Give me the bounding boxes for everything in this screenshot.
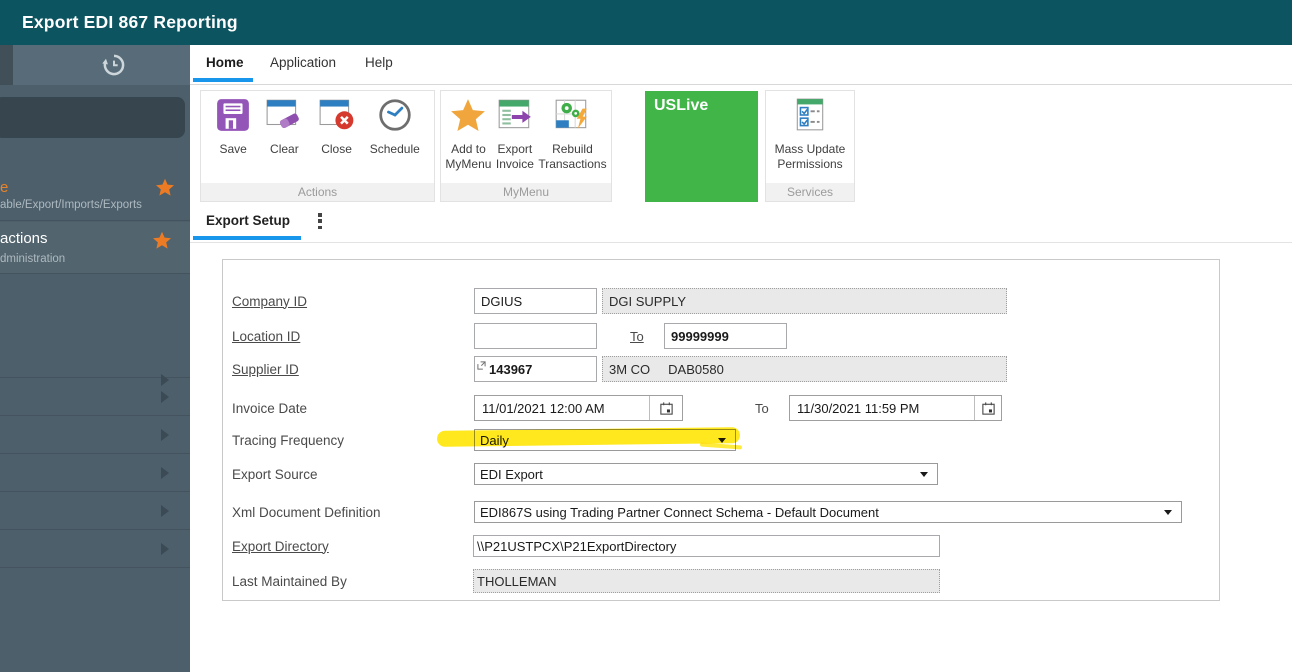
export-invoice-icon — [496, 97, 534, 138]
invoice-date-to-label: To — [755, 400, 769, 416]
xml-document-definition-dropdown[interactable]: EDI867S using Trading Partner Connect Sc… — [474, 501, 1182, 523]
sidebar-item-transactions[interactable]: actions dministration — [0, 222, 190, 274]
tracing-frequency-dropdown[interactable]: Daily — [474, 429, 736, 451]
chevron-right-icon — [161, 429, 169, 441]
invoice-date-label: Invoice Date — [232, 400, 308, 416]
tab-application[interactable]: Application — [270, 55, 336, 70]
sidebar-item-title: actions — [0, 230, 48, 247]
company-id-label[interactable]: Company ID — [232, 288, 307, 314]
save-floppy-icon — [215, 97, 251, 138]
tab-home[interactable]: Home — [206, 55, 244, 70]
ribbon-group-mymenu: Add to MyMenu Export Invoice Rebuild Tra… — [440, 90, 612, 202]
star-icon — [449, 97, 487, 138]
chevron-right-icon — [161, 543, 169, 555]
export-directory-label[interactable]: Export Directory — [232, 533, 329, 559]
clear-button[interactable]: Clear — [265, 97, 303, 157]
xml-document-definition-label: Xml Document Definition — [232, 504, 381, 520]
chevron-right-icon — [161, 391, 169, 403]
chevron-right-icon — [161, 505, 169, 517]
calendar-icon[interactable] — [974, 396, 1001, 420]
active-tab-underline — [193, 78, 253, 82]
sidebar-edge-strip — [0, 45, 13, 85]
location-id-to-label[interactable]: To — [630, 323, 644, 349]
schedule-clock-icon — [377, 97, 413, 138]
tab-export-setup[interactable]: Export Setup — [206, 213, 290, 228]
sidebar-item-exports[interactable]: e able/Export/Imports/Exports — [0, 170, 190, 221]
company-id-input[interactable]: DGIUS — [474, 288, 597, 314]
active-page-tab-underline — [193, 236, 301, 240]
location-id-label[interactable]: Location ID — [232, 323, 300, 349]
sidebar-search-box[interactable] — [0, 97, 185, 138]
invoice-date-to-input[interactable]: 11/30/2021 11:59 PM — [789, 395, 1002, 421]
export-directory-input[interactable]: \\P21USTPCX\P21ExportDirectory — [473, 535, 940, 557]
sidebar-item-subtitle: able/Export/Imports/Exports — [0, 199, 142, 211]
favorite-star-icon[interactable] — [152, 231, 172, 251]
history-restore-icon[interactable] — [101, 52, 127, 78]
sidebar-group-row[interactable] — [0, 275, 190, 386]
export-source-dropdown[interactable]: EDI Export — [474, 463, 938, 485]
sidebar-header — [0, 45, 190, 85]
schedule-button[interactable]: Schedule — [370, 97, 420, 157]
drill-down-icon[interactable] — [477, 358, 486, 373]
export-invoice-button[interactable]: Export Invoice — [496, 97, 534, 172]
invoice-date-from-input[interactable]: 11/01/2021 12:00 AM — [474, 395, 683, 421]
tab-options-kebab-icon[interactable] — [314, 213, 326, 229]
window-title-bar: Export EDI 867 Reporting — [0, 0, 1292, 45]
page-title: Export EDI 867 Reporting — [22, 12, 238, 32]
sidebar-group-row[interactable] — [0, 492, 190, 530]
sidebar-group-row[interactable] — [0, 378, 190, 416]
tab-help[interactable]: Help — [365, 55, 393, 70]
close-button[interactable]: Close — [318, 97, 356, 157]
chevron-down-icon — [1164, 509, 1172, 515]
group-label-actions: Actions — [201, 183, 434, 201]
calendar-icon[interactable] — [649, 396, 682, 420]
mass-update-permissions-icon — [792, 97, 828, 138]
ribbon-group-actions: Save Clear Close Schedule Actions — [200, 90, 435, 202]
company-name-field: DGI SUPPLY — [602, 288, 1007, 314]
add-to-mymenu-button[interactable]: Add to MyMenu — [445, 97, 491, 172]
ribbon-group-services: Mass Update Permissions Services — [765, 90, 855, 202]
rebuild-transactions-button[interactable]: Rebuild Transactions — [538, 97, 607, 172]
location-id-from-input[interactable] — [474, 323, 597, 349]
save-button[interactable]: Save — [215, 97, 251, 157]
sidebar-item-subtitle: dministration — [0, 253, 66, 265]
chevron-right-icon — [161, 467, 169, 479]
mass-update-permissions-button[interactable]: Mass Update Permissions — [775, 97, 845, 172]
favorite-star-icon[interactable] — [155, 178, 175, 198]
rebuild-transactions-icon — [553, 97, 591, 138]
export-source-label: Export Source — [232, 466, 318, 482]
ribbon-tab-strip: Home Application Help — [190, 45, 1292, 85]
group-label-services: Services — [766, 183, 854, 201]
sidebar-group-row[interactable] — [0, 454, 190, 492]
close-window-icon — [318, 97, 356, 138]
sidebar-group-row[interactable] — [0, 416, 190, 454]
chevron-down-icon — [718, 437, 726, 443]
navigation-sidebar: e able/Export/Imports/Exports actions dm… — [0, 45, 190, 672]
supplier-id-input[interactable]: 143967 — [474, 356, 597, 382]
supplier-name-field: 3M CO DAB0580 — [602, 356, 1007, 382]
environment-name: USLive — [654, 97, 709, 114]
chevron-down-icon — [920, 471, 928, 477]
clear-eraser-icon — [265, 97, 303, 138]
last-maintained-by-label: Last Maintained By — [232, 573, 347, 589]
sidebar-item-title: e — [0, 179, 9, 196]
last-maintained-by-field: THOLLEMAN — [473, 569, 940, 593]
environment-tile: USLive — [645, 91, 758, 202]
tab-row-divider — [190, 242, 1292, 243]
sidebar-group-row[interactable] — [0, 530, 190, 568]
tracing-frequency-label: Tracing Frequency — [232, 432, 345, 448]
group-label-mymenu: MyMenu — [441, 183, 611, 201]
supplier-id-label[interactable]: Supplier ID — [232, 356, 299, 382]
location-id-to-input[interactable]: 99999999 — [664, 323, 787, 349]
